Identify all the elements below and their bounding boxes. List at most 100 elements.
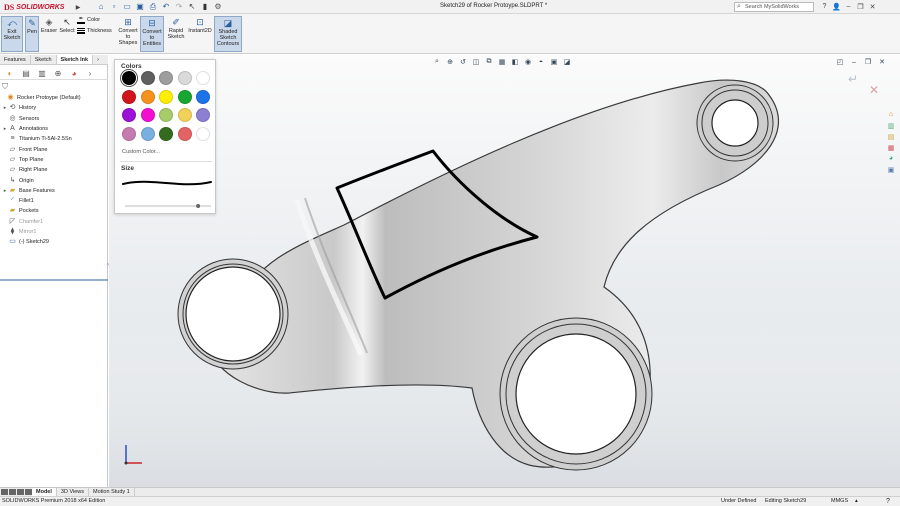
quick-tips-icon[interactable]: ?	[886, 497, 890, 506]
color-swatch[interactable]	[122, 89, 136, 104]
viewport-restore-icon[interactable]: ❐	[863, 57, 873, 67]
unit-system-dropdown-icon[interactable]: ▴	[855, 497, 858, 506]
right-hole[interactable]	[711, 99, 759, 147]
view-palette-icon[interactable]: ▦	[886, 143, 896, 152]
color-swatch[interactable]	[196, 108, 211, 123]
edit-appearance-icon[interactable]: ◓	[536, 57, 546, 67]
tree-item[interactable]: ⧫ Mirror1	[0, 227, 108, 237]
tree-item[interactable]: ▱ Top Plane	[0, 155, 108, 165]
color-swatch[interactable]	[159, 127, 174, 142]
view-settings-icon[interactable]: ◪	[562, 57, 572, 67]
viewport-close-icon[interactable]: ✕	[877, 57, 887, 67]
undo-icon[interactable]: ↶	[161, 1, 171, 12]
propertymanager-icon[interactable]: ▤	[20, 68, 32, 78]
save-icon[interactable]: ▣	[135, 1, 145, 12]
color-swatch[interactable]	[140, 71, 155, 86]
color-swatch[interactable]	[140, 89, 155, 104]
color-swatch[interactable]	[196, 71, 211, 86]
print-icon[interactable]: ⎙	[148, 1, 158, 12]
color-swatch[interactable]	[140, 127, 155, 142]
tab-sketch-ink[interactable]: Sketch Ink	[56, 55, 94, 64]
pen-button[interactable]: ✎ Pen	[25, 16, 39, 52]
rollback-bar[interactable]	[0, 279, 108, 281]
user-icon[interactable]: 👤	[832, 1, 841, 12]
tree-item[interactable]: ◉ Rocker Protoype (Default)	[0, 93, 108, 103]
search-input[interactable]: ⌕ Search MySolidWorks	[734, 2, 814, 12]
unit-system[interactable]: MMGS	[831, 497, 848, 506]
convert-to-entities-button[interactable]: ⊟ Convert to Entities	[140, 16, 164, 52]
tree-item[interactable]: ▸ ⟲ History	[0, 103, 108, 113]
color-swatch[interactable]	[177, 89, 192, 104]
zoom-area-icon[interactable]: ⊕	[445, 57, 455, 67]
close-icon[interactable]: ✕	[868, 1, 877, 12]
size-slider[interactable]	[125, 204, 211, 208]
color-swatch[interactable]	[159, 89, 174, 104]
graphics-area[interactable]: ⌕ ⊕ ↺ ◫ ⧉ ▦ ◧ ◉ ◓ ▣ ◪ ◰ – ❐ ✕ ↵ ✕ ⌂ ▥ ▤ …	[109, 55, 900, 487]
select-button[interactable]: ↖ Select	[59, 16, 75, 34]
tree-item[interactable]: ▱ Right Plane	[0, 165, 108, 175]
tab-scroll-buttons[interactable]	[0, 488, 32, 496]
color-swatch[interactable]	[122, 127, 136, 142]
tab-sketch[interactable]: Sketch	[31, 55, 57, 64]
bottom-hole[interactable]	[515, 333, 637, 455]
dimxpert-icon[interactable]: ⊕	[52, 68, 64, 78]
tree-item[interactable]: ◸ Chamfer1	[0, 217, 108, 227]
display-style-icon[interactable]: ◧	[510, 57, 520, 67]
open-icon[interactable]: ▭	[122, 1, 132, 12]
eraser-button[interactable]: ◈ Eraser	[40, 16, 58, 34]
minimize-icon[interactable]: –	[844, 1, 853, 12]
color-swatch[interactable]	[159, 71, 174, 86]
cancel-sketch-icon[interactable]: ✕	[869, 83, 879, 97]
custom-color-link[interactable]: Custom Color...	[122, 149, 160, 155]
custom-properties-icon[interactable]: ▣	[886, 165, 896, 174]
tree-item[interactable]: ◎ Sensors	[0, 114, 108, 124]
color-swatch[interactable]	[140, 108, 155, 123]
filter-icon[interactable]: ⛉	[2, 82, 8, 92]
rapid-sketch-button[interactable]: ✐ Rapid Sketch	[166, 16, 186, 40]
tab-motion-study-1[interactable]: Motion Study 1	[89, 488, 135, 496]
next-tab-icon[interactable]	[17, 489, 24, 495]
home-icon[interactable]: ⌂	[96, 1, 106, 12]
hide-show-icon[interactable]: ◉	[523, 57, 533, 67]
color-swatch[interactable]	[196, 127, 211, 142]
appearances-icon[interactable]: ◕	[886, 154, 896, 163]
new-icon[interactable]: ▫	[109, 1, 119, 12]
featuremanager-icon[interactable]: ◐	[4, 68, 16, 78]
tree-item[interactable]: ≡ Titanium Ti-5Al-2.5Sn	[0, 134, 108, 144]
thickness-button[interactable]: Thickness	[77, 27, 112, 35]
tabs-more-icon[interactable]: ›	[93, 55, 103, 64]
options-icon[interactable]: ⚙	[213, 1, 223, 12]
redo-icon[interactable]: ↷	[174, 1, 184, 12]
shaded-sketch-contours-button[interactable]: ◪ Shaded Sketch Contours	[214, 16, 242, 52]
tree-item[interactable]: ▱ Front Plane	[0, 144, 108, 154]
color-swatch[interactable]	[177, 71, 192, 86]
tab-features[interactable]: Features	[0, 55, 31, 64]
tree-item[interactable]: ▸ A Annotations	[0, 124, 108, 134]
select-icon[interactable]: ↖	[187, 1, 197, 12]
section-view-icon[interactable]: ◫	[471, 57, 481, 67]
color-swatch[interactable]	[177, 127, 192, 142]
zoom-to-fit-icon[interactable]: ⌕	[432, 57, 442, 67]
left-hole[interactable]	[185, 266, 281, 362]
tree-item[interactable]: ↳ Origin	[0, 175, 108, 185]
convert-to-shapes-button[interactable]: ⊞ Convert to Shapes	[118, 16, 138, 46]
solidworks-logo[interactable]: DS SOLIDWORKS	[4, 2, 64, 12]
dynamic-annotation-icon[interactable]: ⧉	[484, 57, 494, 67]
scenes-icon[interactable]: ▣	[549, 57, 559, 67]
prev-tab-icon[interactable]	[9, 489, 16, 495]
color-button[interactable]: ✒ Color	[77, 16, 100, 24]
view-orientation-icon[interactable]: ▦	[497, 57, 507, 67]
confirm-sketch-icon[interactable]: ↵	[848, 72, 858, 86]
rebuild-icon[interactable]: ▮	[200, 1, 210, 12]
tree-item[interactable]: ▰ Pockets	[0, 206, 108, 216]
solidworks-resources-icon[interactable]: ⌂	[886, 110, 896, 119]
color-swatch[interactable]	[159, 108, 174, 123]
previous-view-icon[interactable]: ↺	[458, 57, 468, 67]
panel-more-icon[interactable]: ›	[84, 68, 96, 78]
instant2d-button[interactable]: ⊡ Instant2D	[188, 16, 212, 34]
file-explorer-icon[interactable]: ▤	[886, 132, 896, 141]
last-tab-icon[interactable]	[25, 489, 32, 495]
tree-item[interactable]: ▭ (-) Sketch29	[0, 237, 108, 247]
display-manager-icon[interactable]: ◕	[68, 68, 80, 78]
tab-model[interactable]: Model	[32, 488, 57, 496]
